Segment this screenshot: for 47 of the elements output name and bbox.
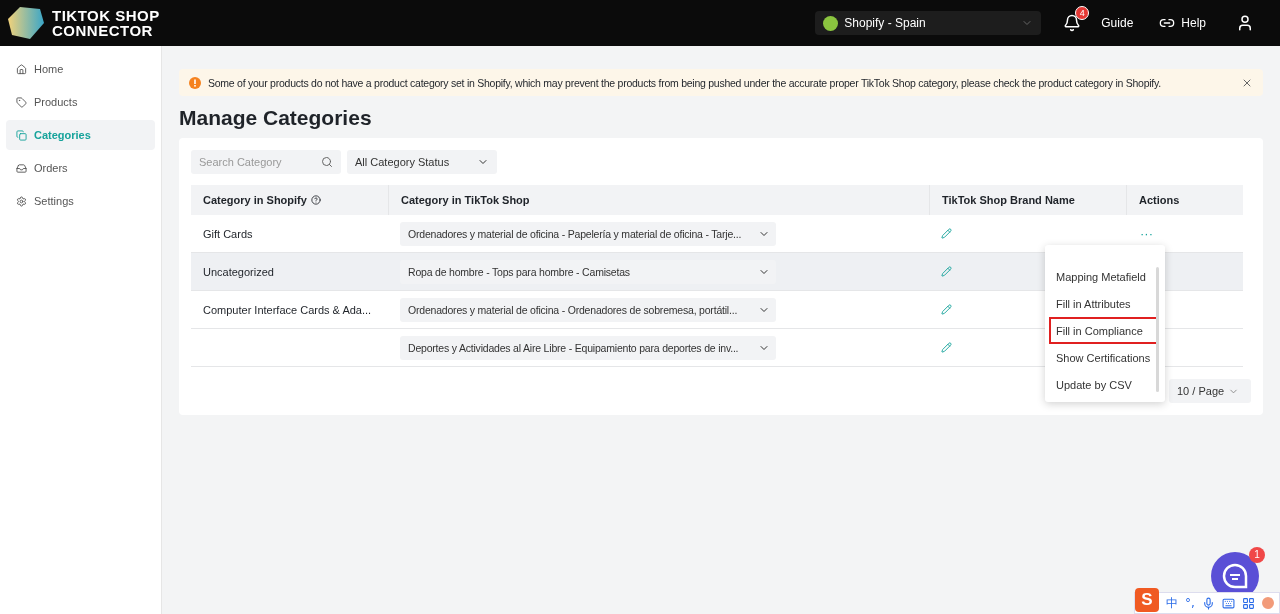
tag-icon — [16, 96, 27, 108]
column-title: Category in Shopify — [203, 194, 307, 206]
grid-icon[interactable] — [1241, 596, 1255, 610]
logo-text: TIKTOK SHOP CONNECTOR — [52, 8, 160, 38]
gear-icon — [16, 195, 27, 207]
edit-icon[interactable] — [941, 228, 952, 239]
page-title: Manage Categories — [179, 106, 373, 130]
keyboard-icon[interactable] — [1221, 596, 1235, 610]
edit-icon[interactable] — [941, 342, 952, 353]
shopify-bag-icon — [823, 15, 839, 31]
ime-punctuation-button[interactable]: °, — [1185, 596, 1195, 610]
menu-item[interactable]: Fill in Compliance — [1049, 317, 1159, 344]
warning-icon — [189, 76, 201, 89]
help-link[interactable]: Help — [1159, 15, 1206, 31]
microphone-icon[interactable] — [1201, 596, 1215, 610]
home-icon — [16, 63, 27, 75]
page-size-dropdown[interactable]: 10 / Page — [1169, 379, 1251, 403]
sidebar-item[interactable]: Products — [6, 87, 155, 117]
column-header: Actions — [1126, 185, 1243, 215]
store-selector[interactable]: Shopify - Spain — [815, 11, 1042, 35]
column-header: TikTok Shop Brand Name — [929, 185, 1126, 215]
ime-mode-button[interactable]: 中 — [1166, 594, 1178, 612]
search-icon — [321, 156, 333, 168]
tray-icon — [16, 162, 27, 174]
sidebar-item[interactable]: Orders — [6, 153, 155, 183]
avatar-icon[interactable] — [1261, 597, 1274, 609]
logo-icon — [6, 5, 46, 41]
guide-link[interactable]: Guide — [1101, 16, 1134, 30]
notification-count: 4 — [1075, 6, 1090, 20]
chat-bubble-icon — [1222, 563, 1248, 589]
category-dropdown[interactable]: Ordenadores y material de oficina - Papelería y material de oficina - Tarje... — [400, 221, 776, 246]
help-icon — [310, 195, 321, 205]
copy-icon — [16, 129, 27, 141]
sidebar-item[interactable]: Home — [6, 54, 155, 84]
status-dropdown[interactable]: All Category Status — [347, 150, 497, 174]
alert-message: Some of your products do not have a product category set in Shopify, which may prevent the products from being pushed under the accurate proper TikTok Shop category, please check the product category in Shopify. — [208, 76, 1162, 89]
search-field[interactable]: Search Category — [191, 150, 341, 174]
category-dropdown[interactable]: Deportes y Actividades al Aire Libre - Equipamiento para deportes de inv... — [400, 335, 776, 360]
column-header: Category in TikTok Shop — [388, 185, 929, 215]
category-dropdown[interactable]: Ordenadores y material de oficina - Ordenadores de sobremesa, portátil... — [400, 297, 776, 322]
category-dropdown[interactable]: Ropa de hombre - Tops para hombre - Camisetas — [400, 259, 776, 284]
ime-logo: S — [1135, 588, 1159, 612]
edit-icon[interactable] — [941, 304, 952, 315]
table-cell: Uncategorized — [191, 253, 388, 291]
edit-icon[interactable] — [941, 266, 952, 277]
sidebar-item[interactable]: Settings — [6, 186, 155, 216]
chat-badge: 1 — [1249, 547, 1265, 563]
